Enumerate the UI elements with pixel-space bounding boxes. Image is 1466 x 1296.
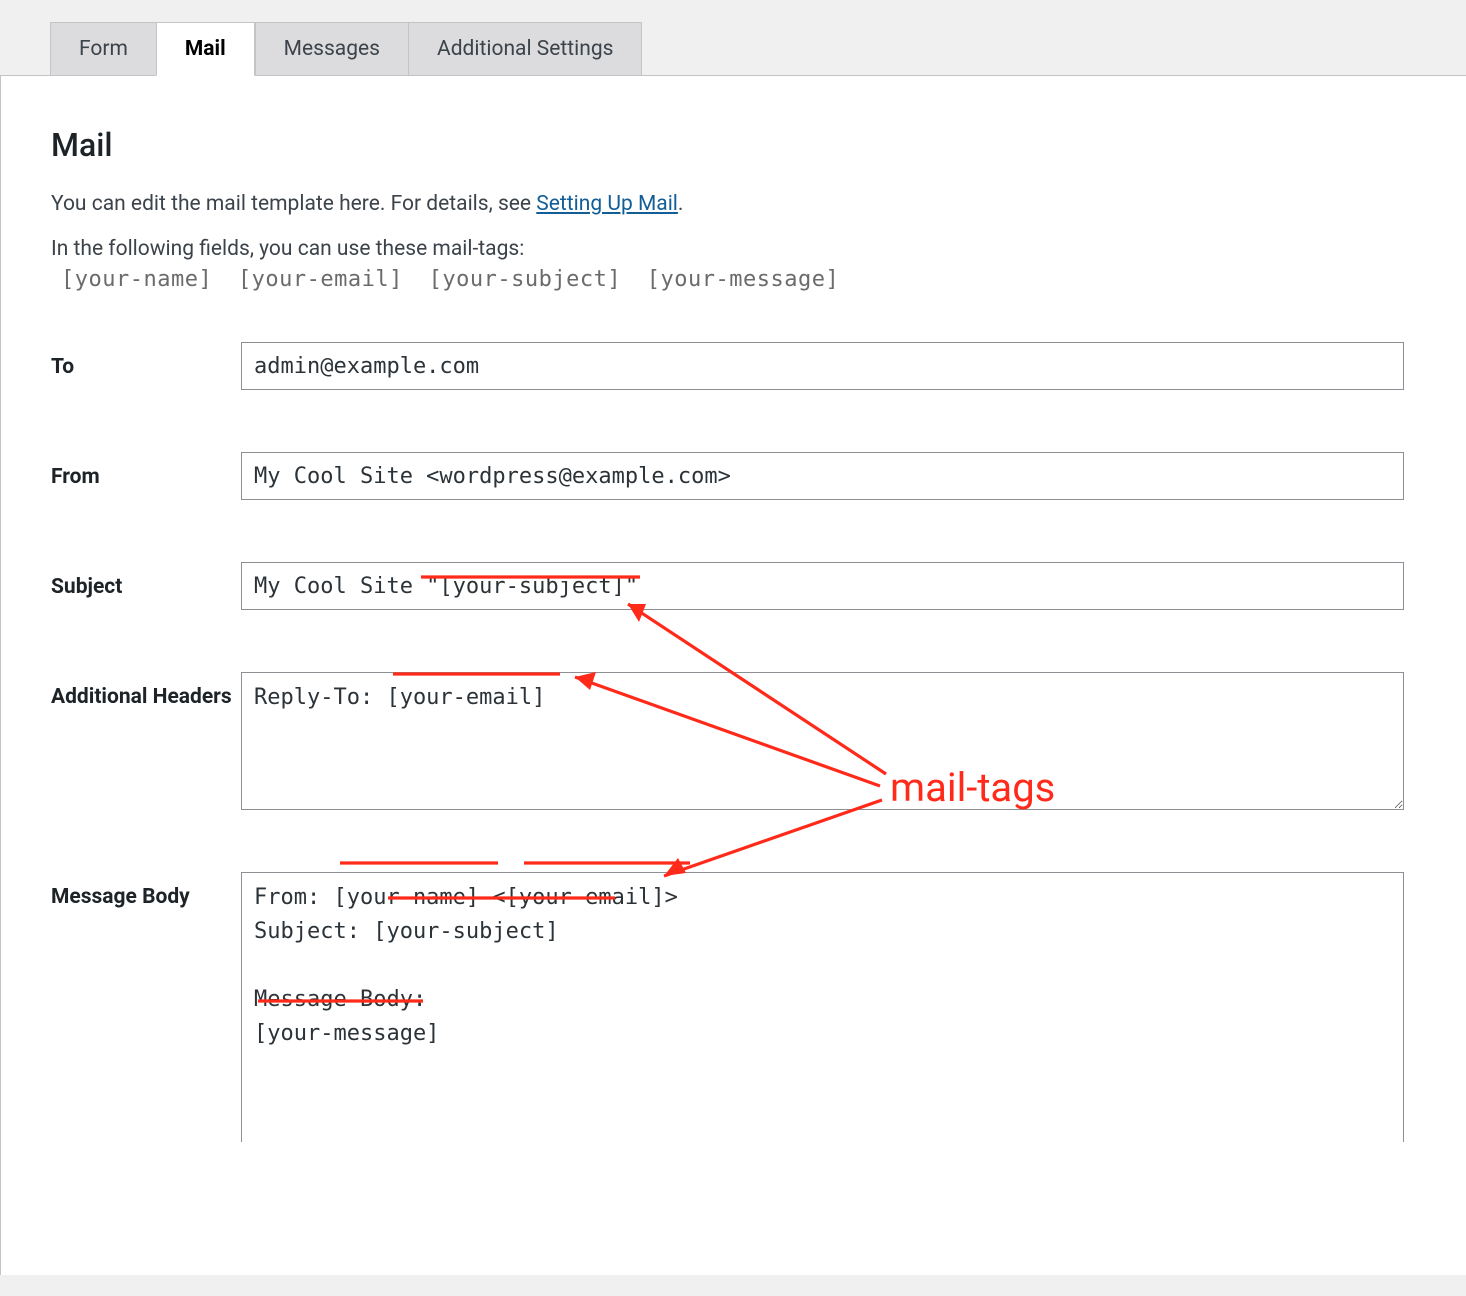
intro-line-1: You can edit the mail template here. For… — [51, 192, 1416, 216]
tab-mail[interactable]: Mail — [156, 22, 255, 76]
message-body-input[interactable]: From: [your-name] <[your-email]> Subject… — [241, 872, 1404, 1142]
from-input[interactable] — [241, 452, 1404, 500]
to-input[interactable] — [241, 342, 1404, 390]
intro-text-prefix: You can edit the mail template here. For… — [51, 192, 536, 216]
tab-form[interactable]: Form — [50, 22, 156, 76]
subject-label: Subject — [51, 562, 241, 604]
setting-up-mail-link[interactable]: Setting Up Mail — [536, 192, 678, 216]
mail-tags-list: [your-name] [your-email] [your-subject] … — [61, 267, 1416, 292]
additional-headers-input[interactable]: Reply-To: [your-email] — [241, 672, 1404, 810]
tab-messages[interactable]: Messages — [255, 22, 408, 76]
subject-input[interactable] — [241, 562, 1404, 610]
intro-line-2: In the following fields, you can use the… — [51, 237, 1416, 261]
from-label: From — [51, 452, 241, 494]
mail-panel: Mail You can edit the mail template here… — [0, 75, 1466, 1275]
additional-headers-label: Additional Headers — [51, 672, 241, 714]
message-body-label: Message Body — [51, 872, 241, 914]
tabs: Form Mail Messages Additional Settings — [0, 0, 1466, 76]
panel-heading: Mail — [51, 126, 1416, 164]
tab-additional-settings[interactable]: Additional Settings — [408, 22, 642, 76]
to-label: To — [51, 342, 241, 384]
intro-text-suffix: . — [678, 192, 684, 216]
